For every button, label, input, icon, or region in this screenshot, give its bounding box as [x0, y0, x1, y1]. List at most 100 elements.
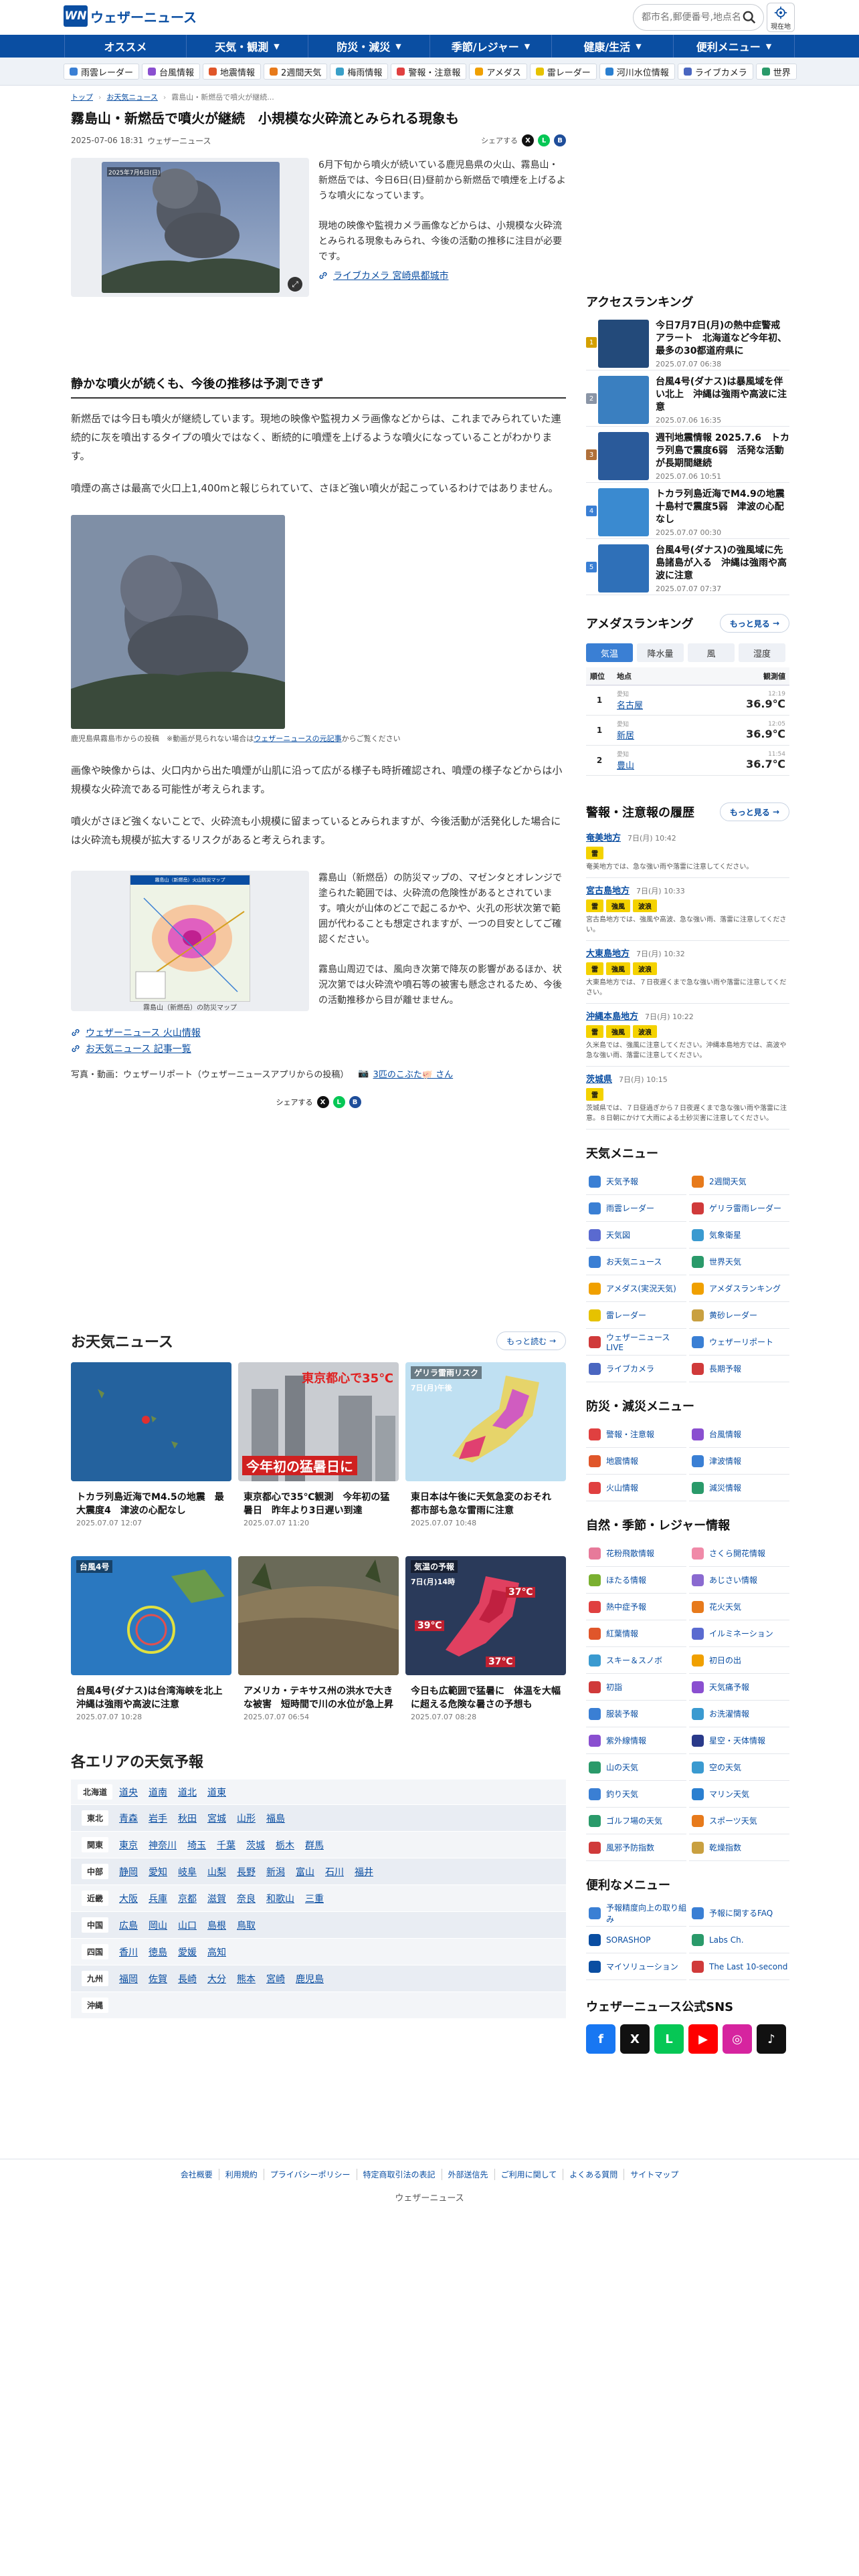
prefecture-link[interactable]: 京都 [178, 1892, 197, 1905]
menu-item[interactable]: 減災情報 [689, 1475, 789, 1501]
menu-item[interactable]: 山の天気 [586, 1754, 686, 1781]
menu-item[interactable]: 地震情報 [586, 1448, 686, 1475]
menu-item[interactable]: 長期予報 [689, 1356, 789, 1382]
hazard-map-image[interactable]: 霧島山（新燃岳）火山防災マップ [130, 875, 250, 1002]
warning-area-link[interactable]: 宮古島地方 [586, 883, 630, 896]
expand-icon[interactable]: ⤢ [288, 277, 302, 292]
menu-item[interactable]: Labs Ch. [689, 1927, 789, 1953]
footer-link[interactable]: ご利用に関して [495, 2169, 564, 2180]
menu-item[interactable]: 雨雲レーダー [586, 1195, 686, 1222]
menu-item[interactable]: 初日の出 [689, 1647, 789, 1674]
news-card[interactable]: 気温の予報 7日(月)14時 37℃ 39℃ 37℃ 今日も広範囲で猛暑に 体温を大幅に超… [405, 1556, 566, 1738]
menu-item[interactable]: 火山情報 [586, 1475, 686, 1501]
menu-item[interactable]: 天気痛予報 [689, 1674, 789, 1701]
menu-item[interactable]: 星空・天体情報 [689, 1727, 789, 1754]
prefecture-link[interactable]: 青森 [119, 1812, 138, 1825]
prefecture-link[interactable]: 滋賀 [207, 1892, 226, 1905]
prefecture-link[interactable]: 道北 [178, 1786, 197, 1799]
line-share-icon[interactable]: L [332, 1096, 345, 1108]
prefecture-link[interactable]: 群馬 [305, 1838, 324, 1852]
menu-item[interactable]: 釣り天気 [586, 1781, 686, 1808]
footer-link[interactable]: プライバシーポリシー [264, 2169, 357, 2180]
menu-item[interactable]: アメダス(実況天気) [586, 1275, 686, 1302]
menu-item[interactable]: 津波情報 [689, 1448, 789, 1475]
menu-item[interactable]: お洗濯情報 [689, 1701, 789, 1727]
news-card[interactable]: トカラ列島近海でM4.5の地震 最大震度4 津波の心配なし 2025.07.07 … [71, 1362, 231, 1544]
prefecture-link[interactable]: 奈良 [237, 1892, 256, 1905]
ranking-item[interactable]: 4 トカラ列島近海でM4.9の地震 十島村で震度5弱 津波の心配なし 2025.07… [586, 483, 794, 539]
amedas-tab[interactable]: 風 [688, 643, 735, 662]
prefecture-link[interactable]: 千葉 [217, 1838, 235, 1852]
menu-item[interactable]: アメダスランキング [689, 1275, 789, 1302]
prefecture-link[interactable]: 島根 [207, 1919, 226, 1932]
prefecture-link[interactable]: 和歌山 [266, 1892, 294, 1905]
menu-item[interactable]: 天気予報 [586, 1168, 686, 1195]
volcano-info-link[interactable]: ウェザーニュース 火山情報 [71, 1025, 566, 1041]
sns-icon[interactable]: ▶ [688, 2024, 718, 2054]
breadcrumb-top[interactable]: トップ [71, 92, 93, 102]
menu-item[interactable]: 黄砂レーダー [689, 1302, 789, 1329]
breadcrumb-news[interactable]: お天気ニュース [106, 92, 157, 102]
prefecture-link[interactable]: 福岡 [119, 1972, 138, 1985]
search-input[interactable] [642, 12, 742, 23]
amedas-tab[interactable]: 気温 [586, 643, 633, 662]
prefecture-link[interactable]: 道東 [207, 1786, 226, 1799]
news-card[interactable]: 東京都心で35℃ 今年初の猛暑日に 東京都心で35℃観測 今年初の猛暑日 昨年より3… [238, 1362, 399, 1544]
prefecture-link[interactable]: 三重 [305, 1892, 324, 1905]
prefecture-link[interactable]: 熊本 [237, 1972, 256, 1985]
menu-item[interactable]: ゴルフ場の天気 [586, 1808, 686, 1834]
prefecture-link[interactable]: 栃木 [276, 1838, 294, 1852]
original-article-link[interactable]: ウェザーニュースの元記事 [254, 734, 341, 743]
menu-item[interactable]: 世界天気 [689, 1249, 789, 1275]
sns-icon[interactable]: X [620, 2024, 650, 2054]
subnav-item[interactable]: 2週間天気 [264, 64, 328, 80]
menu-item[interactable]: 紫外線情報 [586, 1727, 686, 1754]
prefecture-link[interactable]: 香川 [119, 1945, 138, 1959]
search-icon[interactable] [742, 10, 757, 25]
menu-item[interactable]: 予報に関するFAQ [689, 1900, 789, 1927]
reporter-link[interactable]: 3匹のこぶた🐖 さん [373, 1067, 454, 1080]
menu-item[interactable]: 熱中症予報 [586, 1594, 686, 1620]
prefecture-link[interactable]: 山梨 [207, 1865, 226, 1879]
prefecture-link[interactable]: 大阪 [119, 1892, 138, 1905]
prefecture-link[interactable]: 宮城 [207, 1812, 226, 1825]
live-camera-link[interactable]: ライブカメラ 宮崎県都城市 [318, 267, 566, 284]
menu-item[interactable]: あじさい情報 [689, 1567, 789, 1594]
prefecture-link[interactable]: 福島 [266, 1812, 285, 1825]
prefecture-link[interactable]: 山口 [178, 1919, 197, 1932]
gnav-weather[interactable]: 天気・観測 ▼ [186, 35, 308, 58]
menu-item[interactable]: ゲリラ雷雨レーダー [689, 1195, 789, 1222]
menu-item[interactable]: ほたる情報 [586, 1567, 686, 1594]
x-share-icon[interactable]: X [522, 134, 534, 146]
line-share-icon[interactable]: L [538, 134, 550, 146]
prefecture-link[interactable]: 長崎 [178, 1972, 197, 1985]
prefecture-link[interactable]: 徳島 [149, 1945, 167, 1959]
footer-link[interactable]: 特定商取引法の表記 [357, 2169, 442, 2180]
warning-area-link[interactable]: 茨城県 [586, 1072, 612, 1085]
menu-item[interactable]: ライブカメラ [586, 1356, 686, 1382]
menu-item[interactable]: 紅葉情報 [586, 1620, 686, 1647]
prefecture-link[interactable]: 愛知 [149, 1865, 167, 1879]
prefecture-link[interactable]: 石川 [325, 1865, 344, 1879]
subnav-item[interactable]: ライブカメラ [677, 64, 753, 80]
gnav-season[interactable]: 季節/レジャー ▼ [430, 35, 551, 58]
prefecture-link[interactable]: 広島 [119, 1919, 138, 1932]
amedas-place-link[interactable]: 豊山 [617, 761, 634, 771]
footer-link[interactable]: 外部送信先 [442, 2169, 495, 2180]
prefecture-link[interactable]: 富山 [296, 1865, 314, 1879]
sns-icon[interactable]: ◎ [723, 2024, 752, 2054]
amedas-place-link[interactable]: 新居 [617, 731, 634, 741]
menu-item[interactable]: 空の天気 [689, 1754, 789, 1781]
prefecture-link[interactable]: 長野 [237, 1865, 256, 1879]
menu-item[interactable]: お天気ニュース [586, 1249, 686, 1275]
menu-item[interactable]: マイソリューション [586, 1953, 686, 1980]
footer-link[interactable]: 利用規約 [219, 2169, 264, 2180]
subnav-item[interactable]: 河川水位情報 [599, 64, 675, 80]
news-list-link[interactable]: お天気ニュース 記事一覧 [71, 1041, 566, 1057]
menu-item[interactable]: 花粉飛散情報 [586, 1540, 686, 1567]
menu-item[interactable]: ウェザーニュースLIVE [586, 1329, 686, 1356]
menu-item[interactable]: 警報・注意報 [586, 1421, 686, 1448]
prefecture-link[interactable]: 佐賀 [149, 1972, 167, 1985]
prefecture-link[interactable]: 新潟 [266, 1865, 285, 1879]
menu-item[interactable]: 気象衛星 [689, 1222, 789, 1249]
